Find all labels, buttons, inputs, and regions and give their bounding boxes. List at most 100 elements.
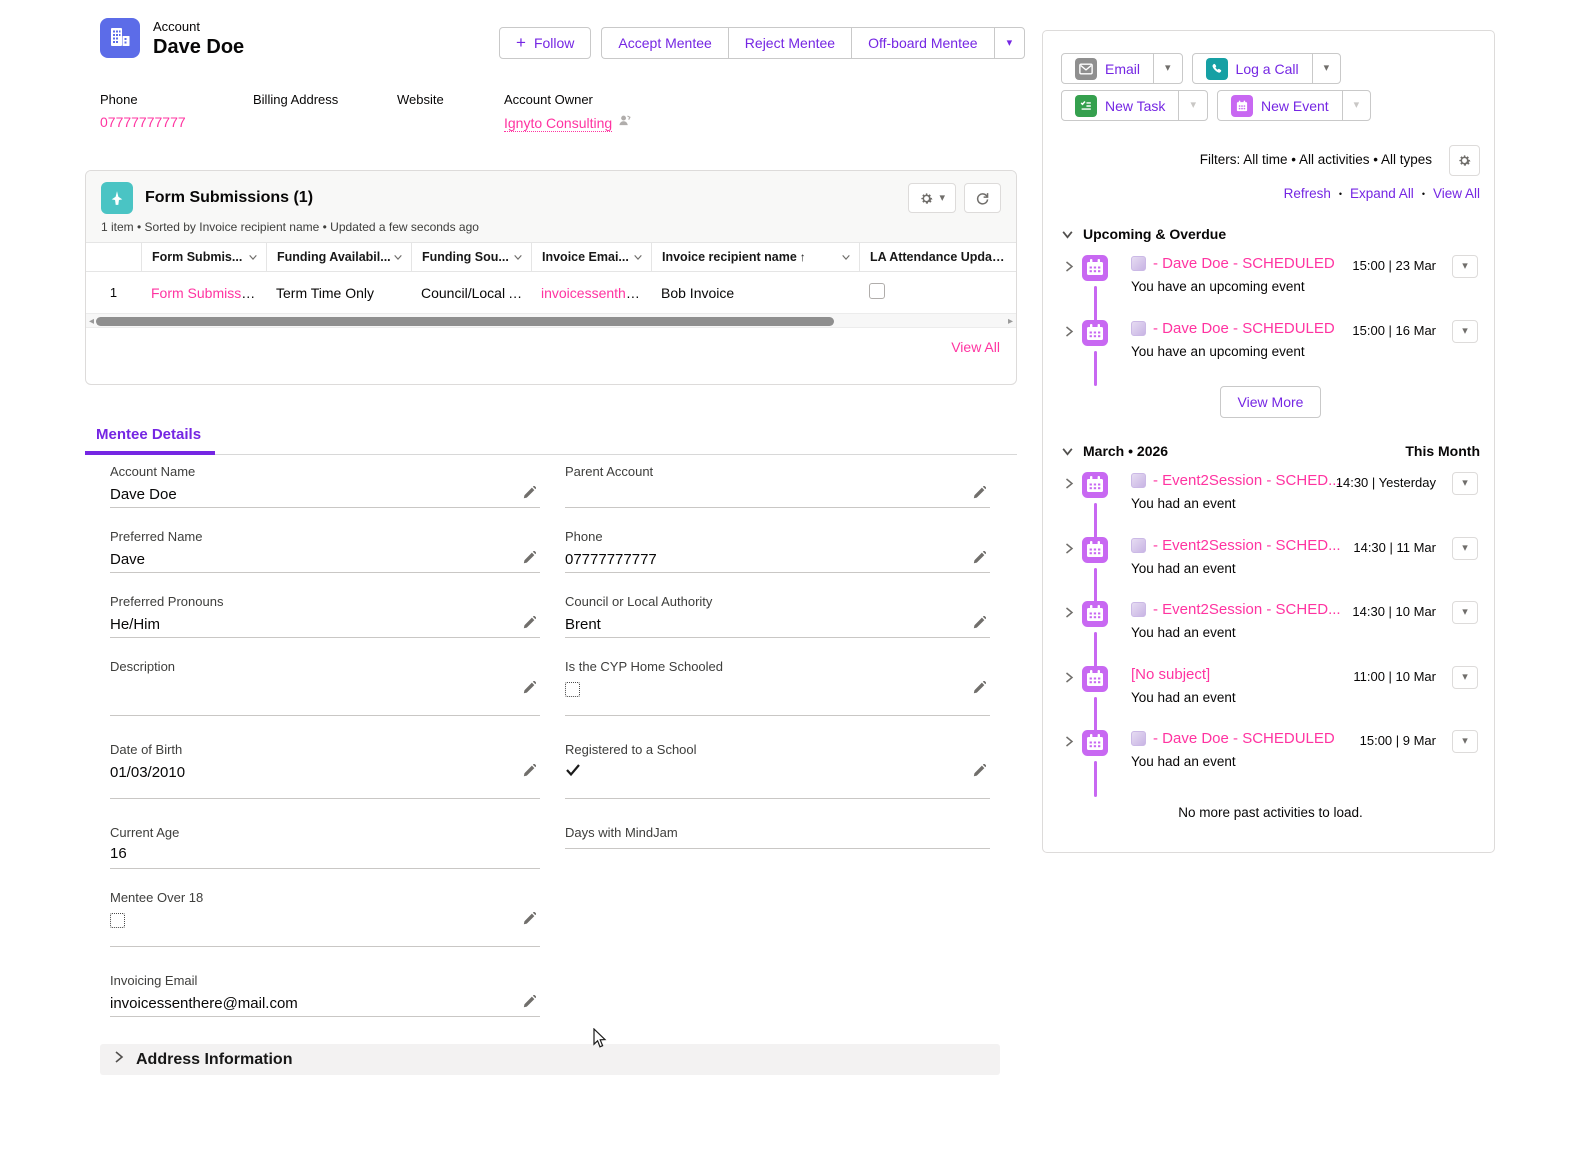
edit-pencil-icon[interactable] bbox=[518, 549, 540, 570]
edit-pencil-icon[interactable] bbox=[518, 679, 540, 700]
event-link[interactable]: - Dave Doe - SCHEDULED bbox=[1153, 255, 1335, 272]
horizontal-scrollbar[interactable]: ◂ ▸ bbox=[86, 313, 1016, 328]
follow-label: Follow bbox=[533, 35, 575, 51]
la-attendance-checkbox[interactable] bbox=[869, 283, 885, 299]
field-preferred-pronouns: Preferred Pronouns He/Him bbox=[110, 592, 540, 638]
scroll-right-icon[interactable]: ▸ bbox=[1008, 314, 1013, 329]
activity-settings-button[interactable] bbox=[1449, 145, 1480, 176]
view-more-button[interactable]: View More bbox=[1219, 386, 1322, 418]
expand-chevron-icon[interactable] bbox=[1061, 323, 1077, 343]
invoice-email-link[interactable]: invoicessenther... bbox=[541, 285, 649, 301]
table-header-row: Form Submis... Funding Availabil... Fund… bbox=[86, 242, 1016, 272]
edit-pencil-icon[interactable] bbox=[518, 484, 540, 505]
list-settings-button[interactable]: ▾ bbox=[908, 183, 956, 213]
edit-pencil-icon[interactable] bbox=[968, 679, 990, 700]
event-link[interactable]: - Event2Session - SCHED... bbox=[1153, 601, 1341, 618]
expand-chevron-icon[interactable] bbox=[1061, 540, 1077, 560]
column-invoice-email[interactable]: Invoice Emai... bbox=[531, 243, 651, 271]
edit-pencil-icon[interactable] bbox=[518, 910, 540, 931]
form-submission-link[interactable]: Form Submissio... bbox=[151, 284, 264, 301]
scrollbar-thumb[interactable] bbox=[96, 317, 834, 326]
highlight-account-owner: Account Owner Ignyto Consulting bbox=[504, 92, 631, 132]
cell-funding-availability: Term Time Only bbox=[276, 284, 375, 301]
log-call-dropdown[interactable]: ▾ bbox=[1311, 54, 1341, 83]
event-actions-dropdown[interactable]: ▾ bbox=[1452, 255, 1478, 278]
tab-mentee-details[interactable]: Mentee Details bbox=[85, 418, 216, 455]
column-funding-availability[interactable]: Funding Availabil... bbox=[266, 243, 411, 271]
expand-chevron-icon[interactable] bbox=[1061, 604, 1077, 624]
related-list-title[interactable]: Form Submissions (1) bbox=[145, 189, 896, 207]
column-la-attendance-update[interactable]: LA Attendance Update... bbox=[859, 243, 1016, 271]
scroll-left-icon[interactable]: ◂ bbox=[89, 314, 94, 329]
refresh-list-button[interactable] bbox=[964, 183, 1001, 213]
event-desc: You had an event bbox=[1131, 625, 1236, 640]
timeline-item: - Event2Session - SCHED... You had an ev… bbox=[1061, 601, 1480, 667]
chevron-down-icon: ▾ bbox=[1462, 541, 1468, 554]
highlights-panel: Phone 07777777777 Billing Address Websit… bbox=[100, 92, 1000, 140]
expand-chevron-icon[interactable] bbox=[1061, 733, 1077, 753]
record-header: Account Dave Doe bbox=[100, 18, 244, 59]
new-event-dropdown[interactable]: ▾ bbox=[1341, 91, 1371, 120]
reject-mentee-button[interactable]: Reject Mentee bbox=[727, 27, 852, 59]
checkbox-unchecked[interactable] bbox=[565, 682, 580, 697]
event-link[interactable]: - Event2Session - SCHED... bbox=[1153, 472, 1341, 489]
expand-chevron-icon[interactable] bbox=[1061, 669, 1077, 689]
column-form-submission[interactable]: Form Submis... bbox=[141, 243, 266, 271]
event-actions-dropdown[interactable]: ▾ bbox=[1452, 472, 1478, 495]
activity-filters-text[interactable]: Filters: All time • All activities • All… bbox=[1200, 152, 1432, 167]
event-link[interactable]: [No subject] bbox=[1131, 666, 1210, 683]
related-list-view-all-link[interactable]: View All bbox=[951, 339, 1000, 355]
edit-pencil-icon[interactable] bbox=[968, 549, 990, 570]
event-time: 15:00 | 23 Mar bbox=[1352, 258, 1436, 273]
event-actions-dropdown[interactable]: ▾ bbox=[1452, 601, 1478, 624]
event-link[interactable]: - Dave Doe - SCHEDULED bbox=[1153, 730, 1335, 747]
event-actions-dropdown[interactable]: ▾ bbox=[1452, 536, 1478, 560]
checkbox-checked-icon bbox=[565, 763, 581, 782]
phone-link[interactable]: 07777777777 bbox=[565, 551, 657, 569]
event-actions-dropdown[interactable]: ▾ bbox=[1452, 665, 1478, 689]
edit-pencil-icon[interactable] bbox=[518, 762, 540, 783]
field-label: Website bbox=[397, 92, 444, 107]
chevron-down-icon: ▾ bbox=[1353, 99, 1360, 111]
event-actions-dropdown[interactable]: ▾ bbox=[1452, 319, 1478, 343]
new-task-dropdown[interactable]: ▾ bbox=[1178, 91, 1207, 120]
edit-pencil-icon[interactable] bbox=[518, 614, 540, 635]
event-actions-dropdown[interactable]: ▾ bbox=[1452, 730, 1478, 753]
month-section-header[interactable]: March • 2026 This Month bbox=[1061, 443, 1480, 459]
edit-pencil-icon[interactable] bbox=[968, 614, 990, 635]
gear-icon bbox=[1459, 155, 1471, 166]
column-invoice-recipient-name[interactable]: Invoice recipient name ↑ bbox=[651, 243, 859, 271]
log-a-call-button[interactable]: Log a Call bbox=[1193, 54, 1312, 83]
column-funding-source[interactable]: Funding Sou... bbox=[411, 243, 531, 271]
offboard-mentee-button[interactable]: Off-board Mentee bbox=[851, 27, 994, 59]
upcoming-overdue-header[interactable]: Upcoming & Overdue bbox=[1061, 226, 1480, 242]
accept-mentee-button[interactable]: Accept Mentee bbox=[601, 27, 728, 59]
change-owner-icon[interactable] bbox=[618, 114, 631, 132]
edit-pencil-icon[interactable] bbox=[968, 762, 990, 783]
event-link[interactable]: - Event2Session - SCHED... bbox=[1153, 537, 1341, 554]
new-event-button[interactable]: New Event bbox=[1218, 91, 1342, 120]
email-button[interactable]: Email bbox=[1062, 54, 1153, 83]
edit-pencil-icon[interactable] bbox=[968, 484, 990, 505]
more-actions-dropdown[interactable]: ▾ bbox=[993, 27, 1026, 59]
expand-all-link[interactable]: Expand All bbox=[1350, 186, 1414, 201]
email-dropdown[interactable]: ▾ bbox=[1153, 54, 1182, 83]
edit-pencil-icon[interactable] bbox=[518, 993, 540, 1014]
invoicing-email-link[interactable]: invoicessenthere@mail.com bbox=[110, 995, 298, 1013]
account-owner-link[interactable]: Ignyto Consulting bbox=[504, 115, 613, 132]
expand-chevron-icon[interactable] bbox=[1061, 475, 1077, 495]
checkbox-unchecked[interactable] bbox=[110, 913, 125, 928]
section-address-information[interactable]: Address Information bbox=[100, 1044, 1000, 1075]
follow-button[interactable]: + Follow bbox=[499, 27, 592, 59]
expand-chevron-icon[interactable] bbox=[1061, 258, 1077, 278]
phone-link[interactable]: 07777777777 bbox=[100, 114, 186, 130]
field-value: Dave Doe bbox=[110, 485, 177, 503]
log-call-button-group: Log a Call ▾ bbox=[1191, 53, 1342, 84]
timeline-item: - Event2Session - SCHED... You had an ev… bbox=[1061, 472, 1480, 538]
new-task-button[interactable]: New Task bbox=[1062, 91, 1178, 120]
view-all-link[interactable]: View All bbox=[1433, 186, 1480, 201]
field-preferred-name: Preferred Name Dave bbox=[110, 527, 540, 573]
event-link[interactable]: - Dave Doe - SCHEDULED bbox=[1153, 320, 1335, 337]
refresh-link[interactable]: Refresh bbox=[1284, 186, 1331, 201]
cell-invoice-recipient: Bob Invoice bbox=[661, 284, 735, 301]
